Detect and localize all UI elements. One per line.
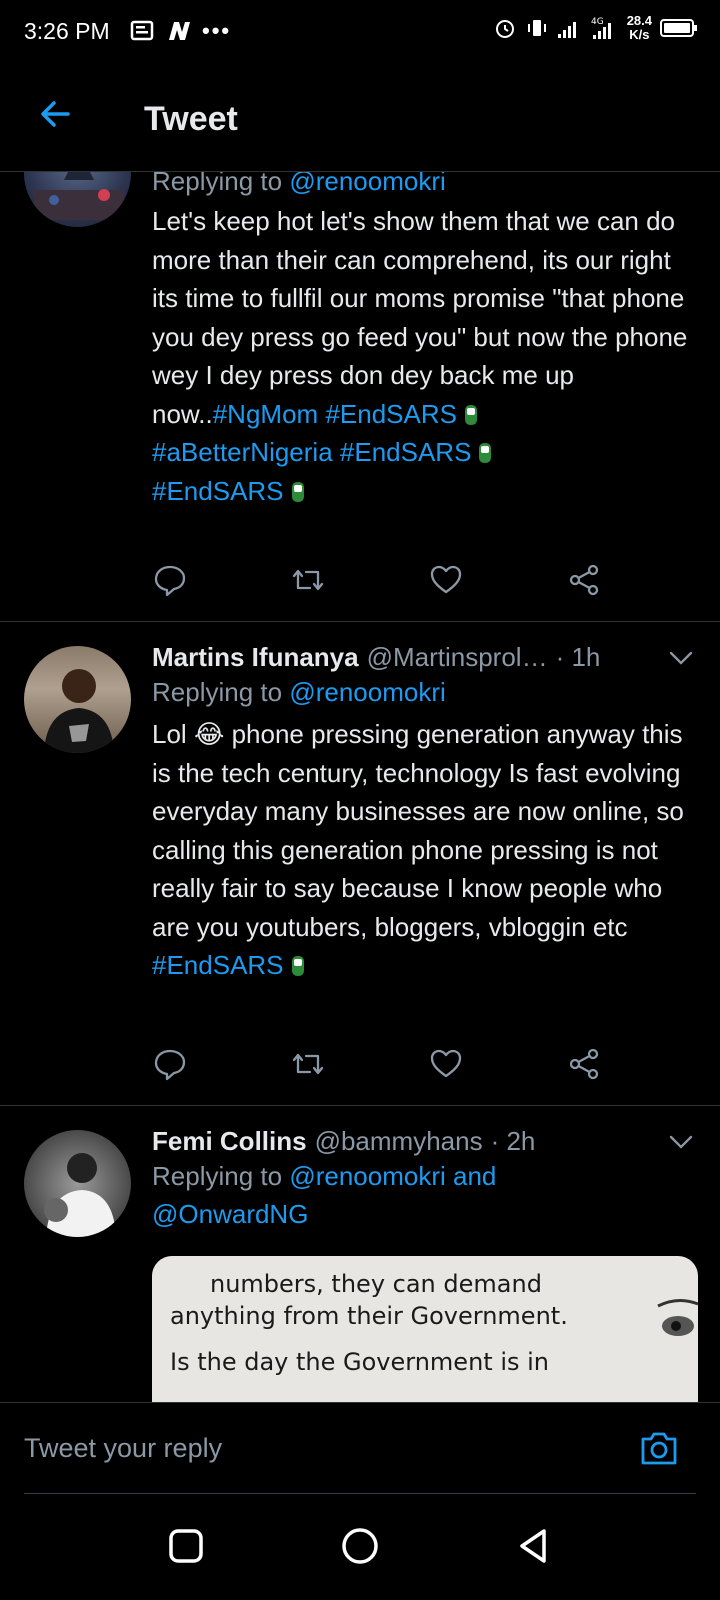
fist-emoji-icon bbox=[464, 404, 477, 425]
tweet-media-image[interactable]: numbers, they can demand anything from t… bbox=[152, 1256, 698, 1402]
chevron-down-icon[interactable] bbox=[668, 650, 694, 666]
author-handle[interactable]: @Martinsprol… bbox=[367, 642, 548, 673]
reply-mention[interactable]: @renoomokri and bbox=[289, 1161, 496, 1191]
hashtag[interactable]: #EndSARS bbox=[325, 399, 457, 429]
reply-feed[interactable]: Replying to @renoomokri Let's keep hot l… bbox=[0, 172, 720, 1402]
hashtag[interactable]: #NgMom bbox=[213, 399, 318, 429]
tweet-time: · 1h bbox=[555, 642, 601, 672]
hashtag[interactable]: #EndSARS bbox=[152, 476, 284, 506]
retweet-icon[interactable] bbox=[290, 562, 326, 598]
hashtag[interactable]: #EndSARS bbox=[340, 437, 472, 467]
reply-mention[interactable]: @OnwardNG bbox=[152, 1199, 308, 1229]
nav-recents-icon[interactable] bbox=[166, 1526, 206, 1566]
tweet[interactable]: Replying to @renoomokri Let's keep hot l… bbox=[0, 172, 720, 622]
signal-icon bbox=[557, 22, 576, 38]
like-icon[interactable] bbox=[428, 562, 464, 598]
notification-icons: ••• bbox=[130, 18, 231, 44]
tweet-meta: Martins Ifunanya @Martinsprol… · 1h bbox=[152, 642, 694, 673]
reply-input[interactable]: Tweet your reply bbox=[24, 1433, 222, 1464]
tweet[interactable]: Martins Ifunanya @Martinsprol… · 1h Repl… bbox=[0, 622, 720, 1106]
chevron-down-icon[interactable] bbox=[668, 1134, 694, 1150]
author-name[interactable]: Martins Ifunanya bbox=[152, 642, 359, 673]
vibrate-icon bbox=[527, 20, 546, 36]
reply-mention[interactable]: @renoomokri bbox=[289, 172, 445, 196]
page-title: Tweet bbox=[144, 100, 238, 138]
author-handle[interactable]: @bammyhans bbox=[315, 1126, 483, 1157]
media-text: numbers, they can demand anything from t… bbox=[170, 1270, 568, 1376]
laughing-emoji-icon: 😂 bbox=[193, 719, 225, 749]
nav-home-icon[interactable] bbox=[340, 1526, 380, 1566]
tweet-actions bbox=[152, 562, 622, 598]
camera-icon[interactable] bbox=[638, 1427, 680, 1469]
fist-emoji-icon bbox=[479, 443, 492, 463]
alarm-icon bbox=[495, 20, 514, 38]
system-icons: 4G 28.4 K/s bbox=[493, 14, 698, 42]
retweet-icon[interactable] bbox=[290, 1046, 326, 1082]
reply-composer: Tweet your reply bbox=[0, 1402, 720, 1494]
hashtag[interactable]: #EndSARS bbox=[152, 950, 284, 980]
author-name[interactable]: Femi Collins bbox=[152, 1126, 307, 1157]
reply-mention[interactable]: @renoomokri bbox=[289, 677, 445, 707]
signal-4g-icon: 4G bbox=[591, 17, 611, 39]
net-speed: 28.4 K/s bbox=[626, 13, 652, 42]
fist-emoji-icon bbox=[291, 481, 304, 502]
back-arrow-icon[interactable] bbox=[34, 92, 78, 136]
tweet-actions bbox=[152, 1046, 622, 1082]
battery-icon bbox=[660, 19, 697, 37]
fist-emoji-icon bbox=[291, 956, 304, 976]
tweet-text: Let's keep hot let's show them that we c… bbox=[152, 206, 688, 506]
tweet-time: · 2h bbox=[490, 1126, 536, 1156]
replying-to: Replying to @renoomokri bbox=[152, 677, 446, 707]
tweet-text: Lol 😂 phone pressing generation anyway t… bbox=[152, 719, 684, 980]
avatar[interactable] bbox=[24, 1130, 131, 1237]
tweet-meta: Femi Collins @bammyhans · 2h bbox=[152, 1126, 694, 1157]
reply-icon[interactable] bbox=[152, 1046, 188, 1082]
status-bar: 3:26 PM ••• 4G 28.4 K/s bbox=[0, 0, 720, 64]
share-icon[interactable] bbox=[566, 562, 602, 598]
status-time: 3:26 PM bbox=[24, 18, 110, 44]
replying-to: Replying to @renoomokri and @OnwardNG bbox=[152, 1161, 497, 1229]
app-n-icon bbox=[169, 22, 190, 40]
news-icon bbox=[130, 20, 154, 41]
more-notifications-icon: ••• bbox=[202, 18, 232, 43]
hashtag[interactable]: #aBetterNigeria bbox=[152, 437, 333, 467]
avatar[interactable] bbox=[24, 172, 131, 227]
nav-back-icon[interactable] bbox=[514, 1526, 554, 1566]
replying-to: Replying to @renoomokri bbox=[152, 172, 694, 200]
svg-text:4G: 4G bbox=[591, 17, 604, 27]
share-icon[interactable] bbox=[566, 1046, 602, 1082]
system-nav-bar bbox=[0, 1494, 720, 1600]
reply-icon[interactable] bbox=[152, 562, 188, 598]
avatar[interactable] bbox=[24, 646, 131, 753]
like-icon[interactable] bbox=[428, 1046, 464, 1082]
header-bar: Tweet bbox=[0, 64, 720, 172]
